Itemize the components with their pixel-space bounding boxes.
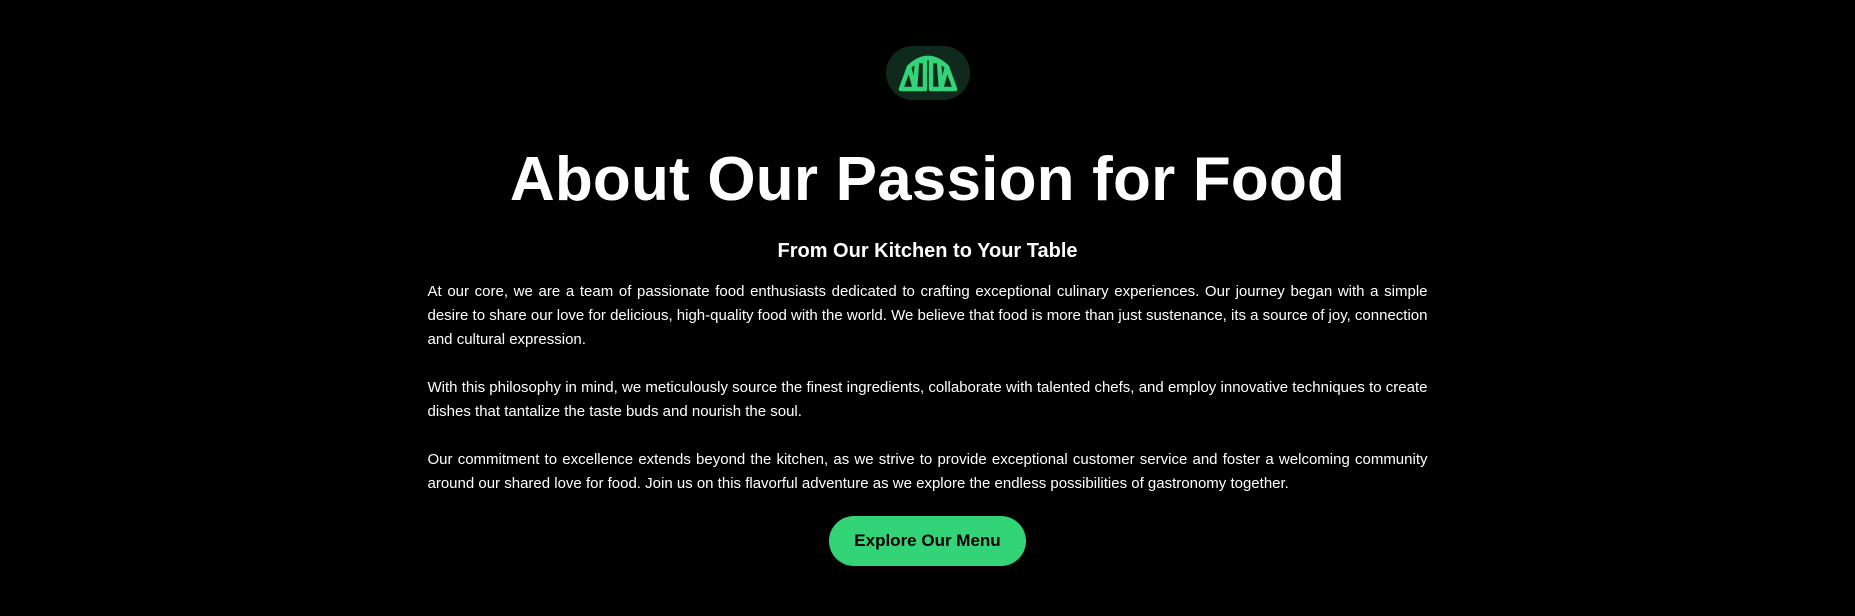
logo-badge [885,46,970,100]
about-body: At our core, we are a team of passionate… [428,280,1428,496]
page-title: About Our Passion for Food [509,145,1346,214]
about-section: About Our Passion for Food From Our Kitc… [0,0,1855,616]
about-paragraph: With this philosophy in mind, we meticul… [427,379,1428,420]
explore-menu-button[interactable]: Explore Our Menu [829,516,1026,566]
croissant-icon [898,55,957,92]
page-subtitle: From Our Kitchen to Your Table [777,240,1078,262]
about-paragraph: At our core, we are a team of passionate… [427,283,1428,348]
about-paragraph: Our commitment to excellence extends bey… [427,451,1428,492]
